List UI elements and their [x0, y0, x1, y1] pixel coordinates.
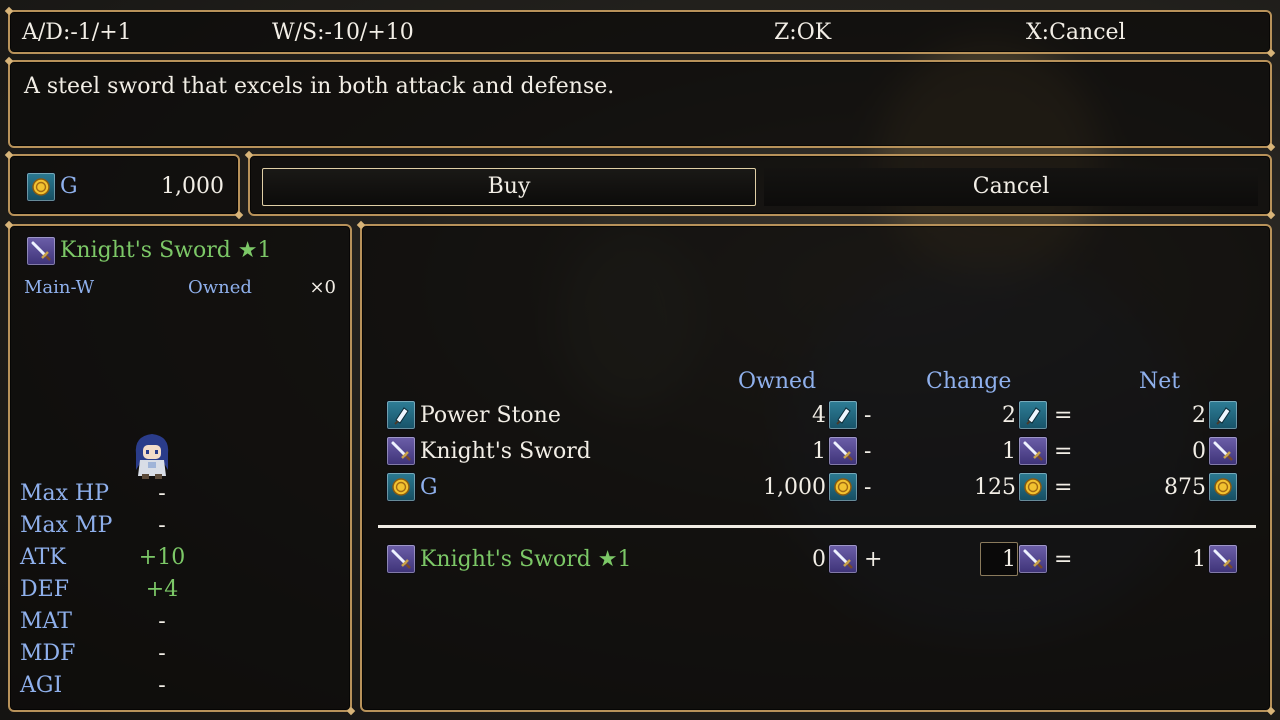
operator-minus: -: [864, 475, 872, 500]
gold-amount: 1,000: [161, 174, 224, 199]
material-row: G 1,000 - 125 = 875: [362, 470, 1270, 506]
stone-icon: [386, 400, 416, 430]
item-status-window: Knight's Sword ★1 Main-W Owned ×0 Max HP…: [8, 224, 352, 712]
buy-button-label: Buy: [487, 174, 531, 199]
material-net: 0: [1192, 439, 1206, 464]
param-row: MDF -: [20, 641, 200, 673]
operator-equals: =: [1054, 403, 1073, 428]
material-row: Power Stone 4 - 2 = 2: [362, 398, 1270, 434]
command-window: Buy Cancel: [248, 154, 1272, 216]
param-row: Max MP -: [20, 513, 200, 545]
result-quantity: 1: [1002, 547, 1016, 572]
change-column-header: Change: [926, 369, 1012, 394]
material-name: Power Stone: [420, 403, 561, 428]
param-label: AGI: [20, 673, 63, 698]
gold-window: G 1,000: [8, 154, 240, 216]
net-column-header: Net: [1139, 369, 1181, 394]
coin-icon: [1018, 472, 1048, 502]
cancel-button-label: Cancel: [972, 174, 1050, 199]
sword-icon: [1018, 436, 1048, 466]
material-change: 2: [1002, 403, 1016, 428]
buy-button[interactable]: Buy: [262, 168, 756, 206]
ws-hint: W/S:-10/+10: [272, 20, 414, 45]
help-window: A steel sword that excels in both attack…: [8, 60, 1272, 148]
status-item-name: Knight's Sword ★1: [60, 238, 272, 263]
owned-column-header: Owned: [738, 369, 817, 394]
param-value: -: [158, 481, 166, 506]
param-list: Max HP - Max MP - ATK +10 DEF +4 MAT - M…: [20, 481, 200, 705]
sword-icon: [386, 436, 416, 466]
param-value: +4: [145, 577, 179, 602]
item-description: A steel sword that excels in both attack…: [24, 74, 615, 99]
result-separator: [378, 525, 1256, 528]
stone-icon: [1208, 400, 1238, 430]
param-label: Max MP: [20, 513, 113, 538]
result-item-name: Knight's Sword ★1: [420, 547, 632, 572]
material-net: 875: [1164, 475, 1206, 500]
coin-icon: [26, 172, 56, 202]
param-value: -: [158, 513, 166, 538]
ok-hint: Z:OK: [774, 20, 832, 45]
coin-icon: [386, 472, 416, 502]
material-name: Knight's Sword: [420, 439, 591, 464]
param-label: ATK: [20, 545, 66, 570]
sword-icon: [828, 544, 858, 574]
material-name: G: [420, 475, 438, 500]
operator-minus: -: [864, 439, 872, 464]
param-row: AGI -: [20, 673, 200, 705]
owned-count: ×0: [309, 277, 336, 298]
actor-sprite: [130, 430, 174, 480]
param-label: DEF: [20, 577, 69, 602]
cancel-button[interactable]: Cancel: [764, 168, 1258, 206]
material-row: Knight's Sword 1 - 1 = 0: [362, 434, 1270, 470]
coin-icon: [1208, 472, 1238, 502]
result-net: 1: [1192, 547, 1206, 572]
ad-hint: A/D:-1/+1: [22, 20, 132, 45]
operator-equals: =: [1054, 547, 1073, 572]
material-owned: 1: [812, 439, 826, 464]
material-change: 125: [974, 475, 1016, 500]
param-row: MAT -: [20, 609, 200, 641]
result-owned: 0: [812, 547, 826, 572]
operator-minus: -: [864, 403, 872, 428]
result-row: Knight's Sword ★1 0 + 1 = 1: [362, 542, 1270, 578]
operator-equals: =: [1054, 439, 1073, 464]
param-value: -: [158, 641, 166, 666]
param-row: Max HP -: [20, 481, 200, 513]
sword-icon: [386, 544, 416, 574]
coin-icon: [828, 472, 858, 502]
material-change: 1: [1002, 439, 1016, 464]
param-label: MDF: [20, 641, 76, 666]
param-label: MAT: [20, 609, 72, 634]
param-value: -: [158, 673, 166, 698]
material-owned: 1,000: [763, 475, 826, 500]
param-value: +10: [138, 545, 186, 570]
craft-window: Owned Change Net Power Stone 4 - 2 = 2 K…: [360, 224, 1272, 712]
stone-icon: [1018, 400, 1048, 430]
sword-icon: [1018, 544, 1048, 574]
param-row: ATK +10: [20, 545, 200, 577]
operator-equals: =: [1054, 475, 1073, 500]
cancel-hint: X:Cancel: [1026, 20, 1126, 45]
sword-icon: [828, 436, 858, 466]
param-value: -: [158, 609, 166, 634]
key-hint-bar: A/D:-1/+1 W/S:-10/+10 Z:OK X:Cancel: [8, 10, 1272, 54]
sword-icon: [1208, 544, 1238, 574]
stone-icon: [828, 400, 858, 430]
sword-icon: [1208, 436, 1238, 466]
param-row: DEF +4: [20, 577, 200, 609]
gold-currency-unit: G: [60, 174, 78, 199]
material-net: 2: [1192, 403, 1206, 428]
owned-label: Owned: [188, 277, 252, 298]
material-owned: 4: [812, 403, 826, 428]
equip-type: Main-W: [24, 277, 95, 298]
operator-plus: +: [864, 547, 883, 572]
sword-icon: [26, 236, 56, 266]
param-label: Max HP: [20, 481, 110, 506]
